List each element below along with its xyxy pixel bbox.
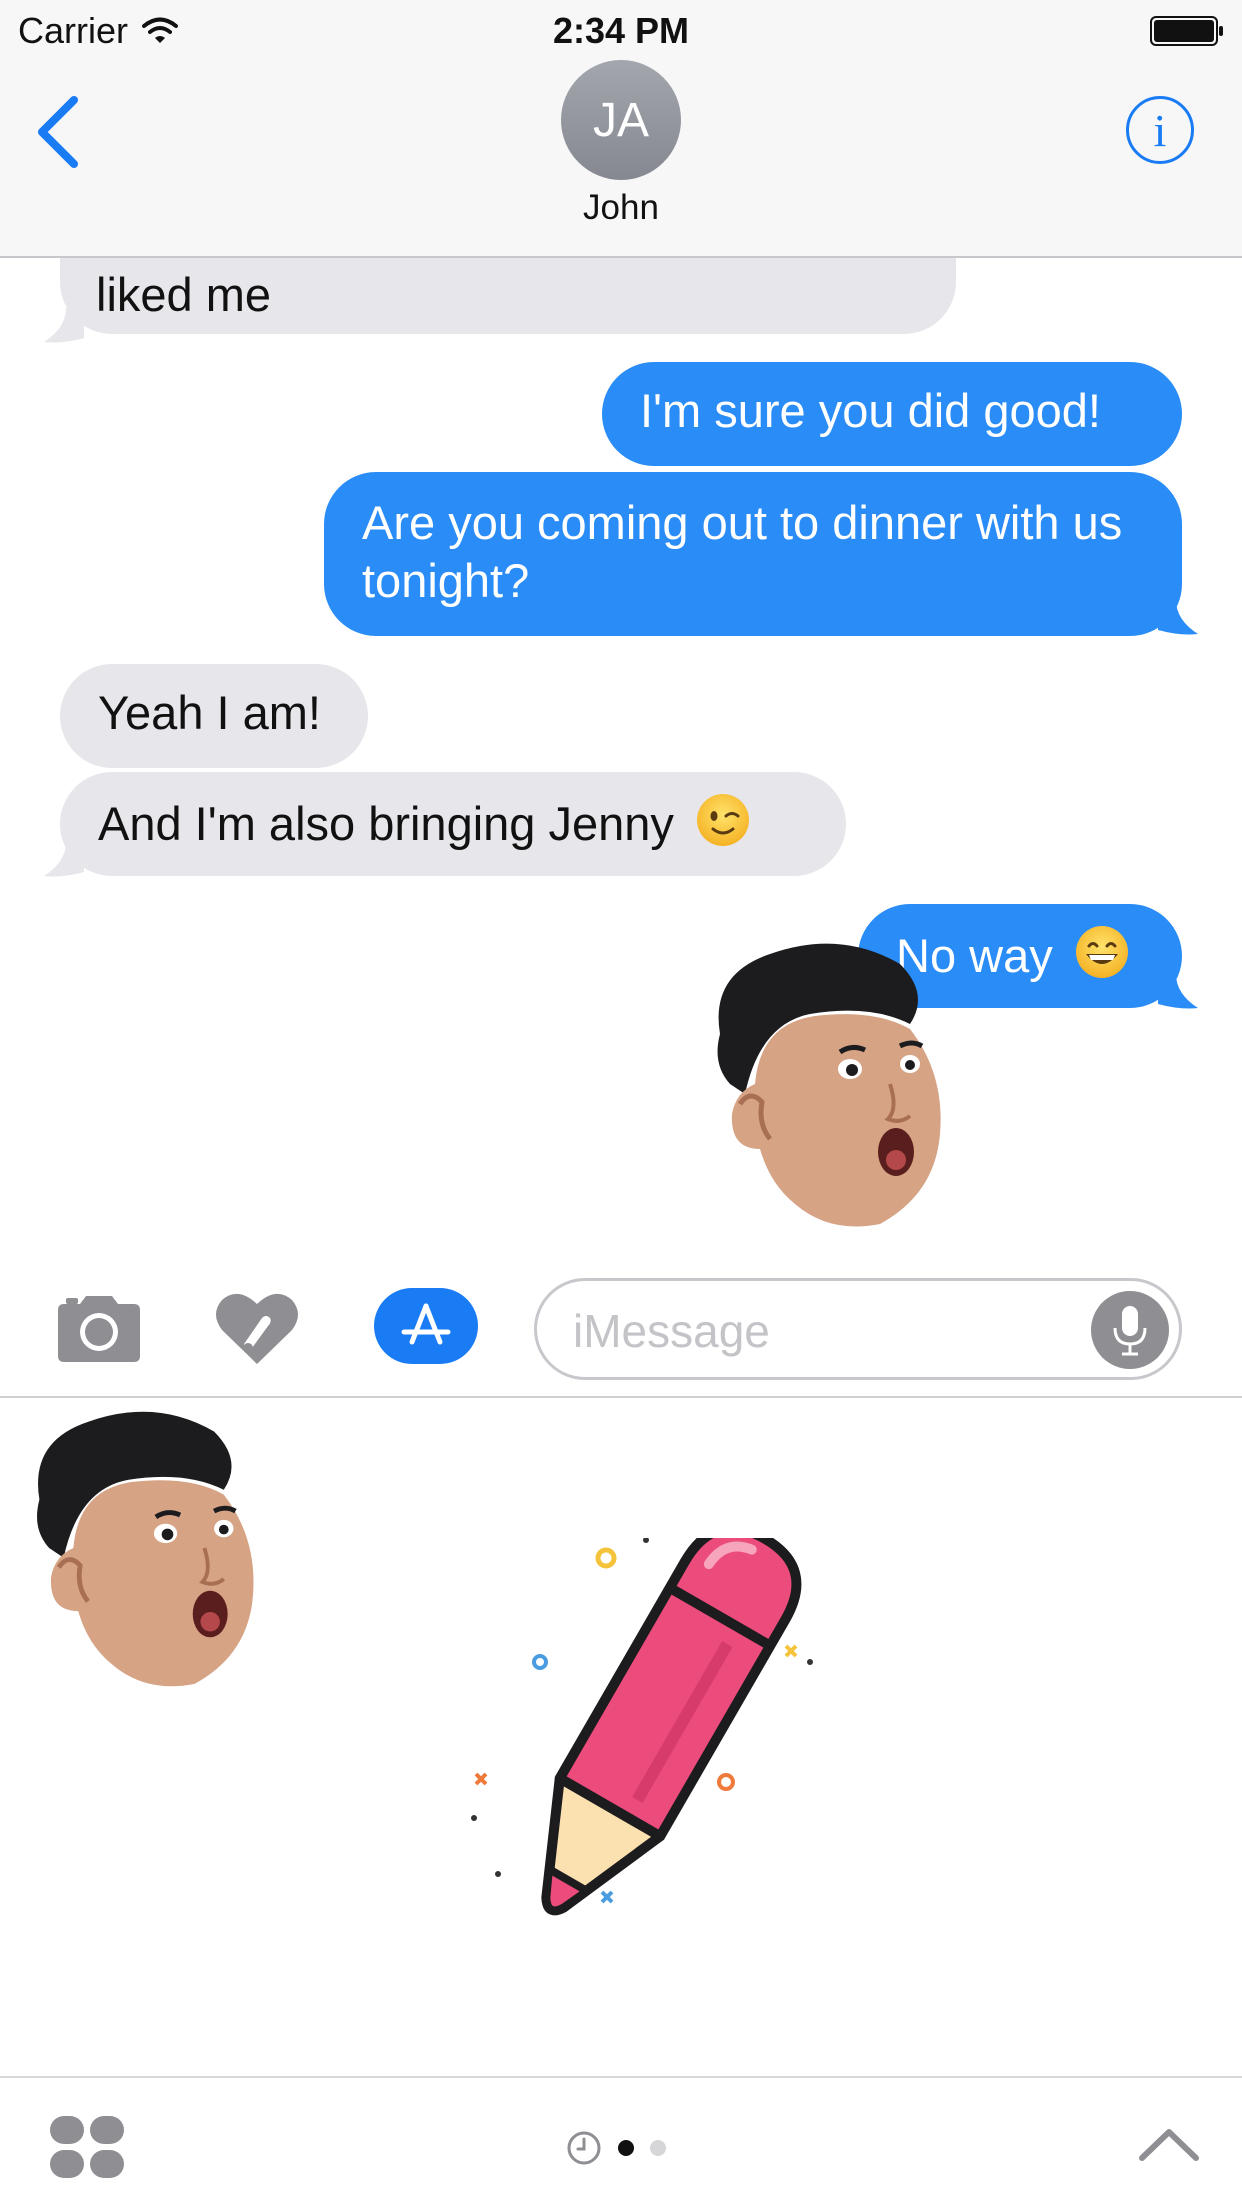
- incoming-message[interactable]: And I'm also bringing Jenny: [60, 772, 846, 876]
- info-button[interactable]: i: [1126, 96, 1194, 164]
- recents-clock-icon[interactable]: [566, 2130, 602, 2166]
- camera-icon: [58, 1296, 140, 1362]
- app-store-icon: [401, 1303, 451, 1345]
- dictation-button[interactable]: [1091, 1291, 1169, 1369]
- outgoing-message[interactable]: Are you coming out to dinner with us ton…: [324, 472, 1182, 636]
- status-bar: Carrier 2:34 PM: [0, 0, 1242, 60]
- page-indicator[interactable]: [566, 2128, 666, 2168]
- message-text: Are you coming out to dinner with us ton…: [362, 496, 1123, 607]
- message-thread[interactable]: liked me I'm sure you did good! Are you …: [0, 258, 1242, 1258]
- bubble-tail: [1158, 974, 1198, 1009]
- chevron-left-icon: [38, 96, 78, 168]
- message-text: liked me: [96, 268, 272, 321]
- info-icon: i: [1153, 104, 1167, 156]
- expand-drawer-button[interactable]: [1136, 2122, 1202, 2166]
- message-input[interactable]: [573, 1303, 1093, 1359]
- outgoing-message[interactable]: I'm sure you did good!: [602, 362, 1182, 466]
- status-time: 2:34 PM: [552, 10, 690, 51]
- page-dot-active[interactable]: [618, 2140, 634, 2156]
- digital-touch-button[interactable]: [214, 1288, 300, 1368]
- surprised-face-sticker[interactable]: [700, 934, 970, 1234]
- incoming-message[interactable]: liked me: [60, 258, 956, 334]
- incoming-message[interactable]: Yeah I am!: [60, 664, 368, 768]
- message-text: And I'm also bringing Jenny: [98, 797, 674, 850]
- message-text: I'm sure you did good!: [640, 384, 1101, 437]
- app-grid-icon: [50, 2116, 124, 2178]
- app-drawer-button[interactable]: [48, 2114, 126, 2180]
- page-dot[interactable]: [650, 2140, 666, 2156]
- battery-icon: [1150, 16, 1223, 46]
- bubble-tail: [44, 308, 84, 343]
- microphone-icon: [1113, 1306, 1147, 1356]
- winking-face-icon: [696, 794, 749, 846]
- contact-name[interactable]: John: [0, 188, 1242, 228]
- surprised-face-sticker[interactable]: [20, 1398, 282, 1698]
- avatar[interactable]: JA: [561, 60, 681, 180]
- message-text: Yeah I am!: [98, 686, 321, 739]
- sticker-drawer: [0, 1398, 1242, 2078]
- grinning-face-icon: [1075, 926, 1128, 978]
- app-store-button[interactable]: [374, 1288, 478, 1364]
- message-input-field[interactable]: [534, 1278, 1182, 1380]
- bubble-tail: [1158, 600, 1198, 635]
- compose-bar: [0, 1258, 1242, 1398]
- chevron-up-icon: [1139, 2129, 1199, 2161]
- heart-touch-icon: [216, 1293, 298, 1364]
- bubble-tail: [44, 842, 84, 877]
- app-drawer-bar: [0, 2076, 1242, 2208]
- back-button[interactable]: [30, 92, 90, 172]
- camera-button[interactable]: [54, 1292, 144, 1364]
- pencil-sticker[interactable]: [460, 1538, 830, 1948]
